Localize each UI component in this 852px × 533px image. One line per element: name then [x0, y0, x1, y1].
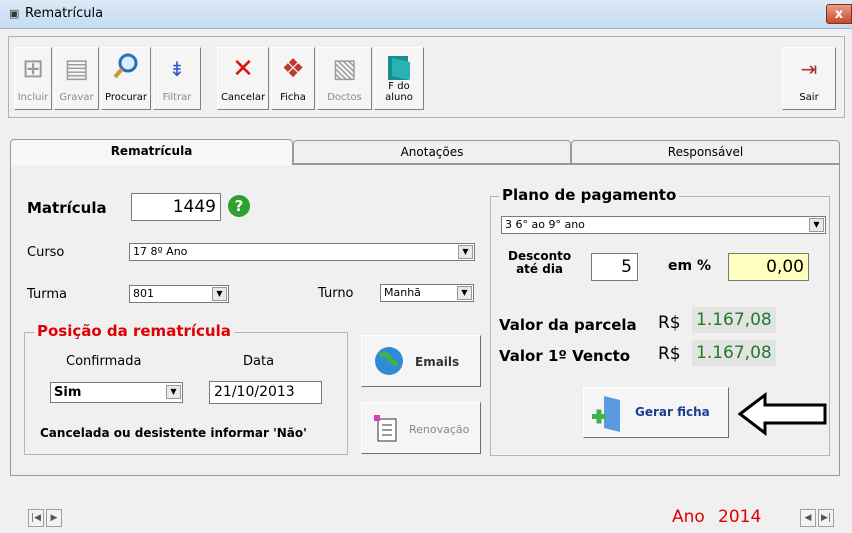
- gerar-ficha-button[interactable]: Gerar ficha: [583, 387, 729, 438]
- parcela-value: 1.167,08: [692, 307, 776, 333]
- confirmada-select[interactable]: Sim ▼: [50, 382, 183, 403]
- pointer-arrow-icon: [737, 392, 827, 436]
- chevron-down-icon: ▼: [458, 245, 473, 259]
- window-title: Rematrícula: [25, 6, 104, 21]
- parcela-label: Valor da parcela: [499, 316, 637, 334]
- vencto-label: Valor 1º Vencto: [499, 347, 631, 365]
- add-record-icon: ⊞: [22, 54, 44, 84]
- tab-rematricula[interactable]: Rematrícula: [10, 139, 293, 165]
- confirmada-label: Confirmada: [66, 354, 142, 369]
- incluir-button[interactable]: ⊞ Incluir: [14, 47, 52, 110]
- posicao-title: Posição da rematrícula: [34, 322, 234, 340]
- documents-icon: ▧: [332, 54, 357, 84]
- em-pct-label: em %: [668, 258, 711, 274]
- emails-button[interactable]: Emails: [361, 335, 481, 387]
- filter-icon: ⇟: [168, 57, 186, 81]
- chevron-down-icon: ▼: [457, 286, 472, 300]
- turno-select[interactable]: Manhã ▼: [380, 284, 474, 302]
- ficha-aluno-button[interactable]: F do aluno: [374, 47, 424, 110]
- doctos-button[interactable]: ▧ Doctos: [317, 47, 372, 110]
- globe-email-icon: [375, 347, 403, 375]
- vencto-value: 1.167,08: [692, 340, 776, 366]
- tab-responsavel[interactable]: Responsável: [571, 140, 840, 164]
- app-icon: ▣: [9, 7, 20, 20]
- curso-label: Curso: [27, 245, 65, 260]
- chevron-down-icon: ▼: [809, 218, 824, 232]
- gravar-button[interactable]: ▤ Gravar: [54, 47, 99, 110]
- procurar-button[interactable]: Procurar: [101, 47, 151, 110]
- next-record-button[interactable]: ▶: [46, 509, 62, 527]
- turma-select[interactable]: 801 ▼: [129, 285, 229, 303]
- data-label: Data: [243, 354, 275, 369]
- matricula-field[interactable]: 1449: [131, 193, 221, 221]
- cancel-note: Cancelada ou desistente informar 'Não': [40, 426, 307, 440]
- desconto-dia-field[interactable]: 5: [591, 253, 638, 281]
- cards-icon: ❖: [281, 54, 305, 84]
- tab-anotacoes[interactable]: Anotações: [293, 140, 571, 164]
- ano-label: Ano: [672, 507, 705, 527]
- cancelar-button[interactable]: ✕ Cancelar: [217, 47, 269, 110]
- plano-select[interactable]: 3 6° ao 9° ano ▼: [501, 216, 826, 234]
- save-icon: ▤: [64, 54, 89, 84]
- desconto-label: Desconto até dia: [508, 249, 572, 276]
- matricula-label: Matrícula: [27, 199, 107, 217]
- turma-label: Turma: [27, 287, 67, 302]
- renovacao-button[interactable]: Renovação: [361, 402, 481, 454]
- chevron-down-icon: ▼: [166, 385, 181, 399]
- turno-label: Turno: [318, 286, 354, 301]
- close-button[interactable]: x: [826, 4, 852, 24]
- prev-year-button[interactable]: ◀: [800, 509, 816, 527]
- help-icon[interactable]: ?: [228, 195, 250, 217]
- cancel-icon: ✕: [232, 54, 254, 84]
- plano-title: Plano de pagamento: [499, 186, 680, 204]
- data-field[interactable]: 21/10/2013: [209, 381, 322, 404]
- filtrar-button[interactable]: ⇟ Filtrar: [153, 47, 201, 110]
- first-record-button[interactable]: |◀: [28, 509, 44, 527]
- next-year-button[interactable]: ▶|: [818, 509, 834, 527]
- vencto-currency: R$: [658, 344, 681, 364]
- search-icon: [102, 52, 150, 86]
- curso-select[interactable]: 17 8º Ano ▼: [129, 243, 475, 261]
- desconto-pct-field[interactable]: 0,00: [728, 253, 809, 281]
- ficha-button[interactable]: ❖ Ficha: [271, 47, 315, 110]
- exit-door-icon: ⇥: [800, 57, 818, 81]
- chevron-down-icon: ▼: [212, 287, 227, 301]
- sair-button[interactable]: ⇥ Sair: [782, 47, 836, 110]
- toolbar: ⊞ Incluir ▤ Gravar Procurar ⇟ Filtrar ✕ …: [8, 36, 845, 118]
- ano-value: 2014: [718, 507, 762, 527]
- parcela-currency: R$: [658, 313, 681, 333]
- title-bar: [0, 0, 852, 29]
- renewal-icon: [374, 415, 397, 442]
- new-document-icon: [592, 396, 620, 432]
